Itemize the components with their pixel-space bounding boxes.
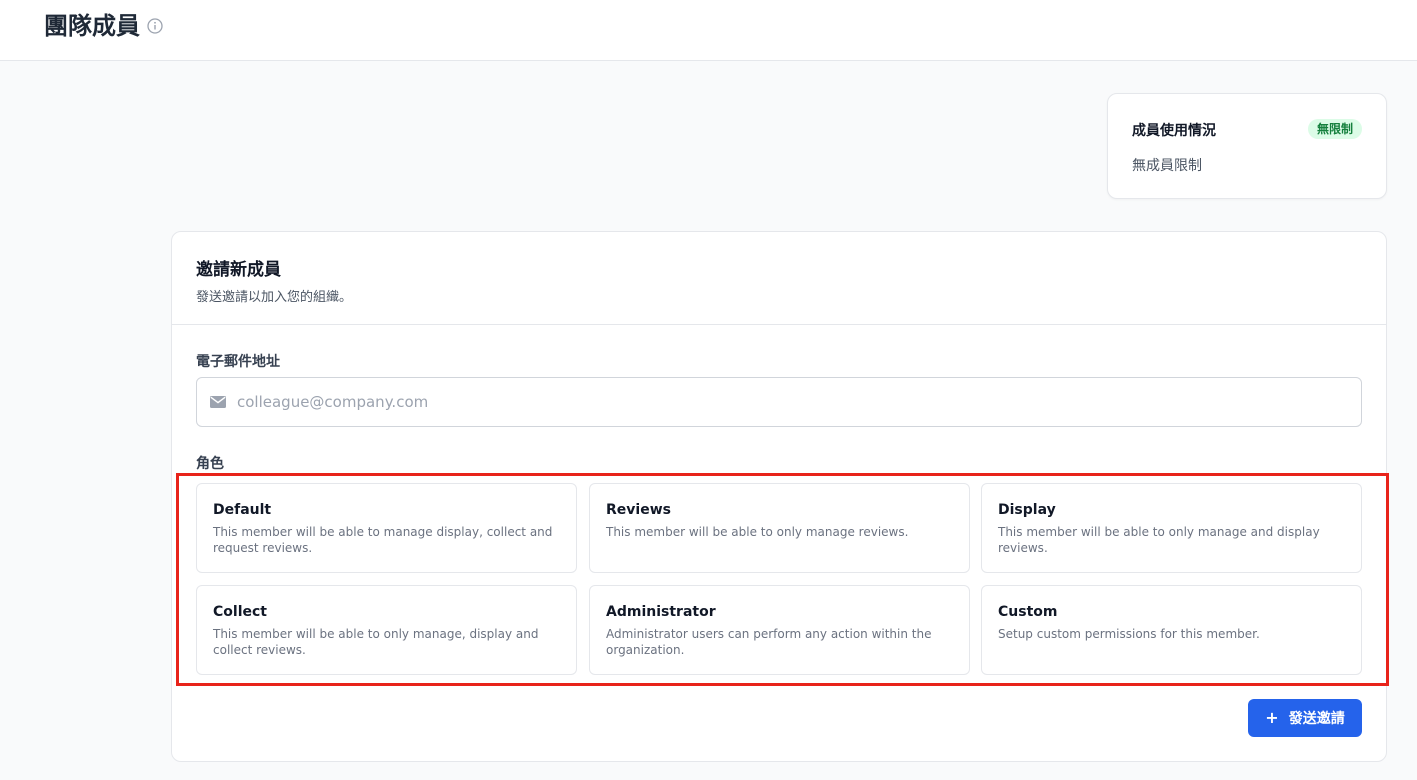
send-invite-button[interactable]: + 發送邀請 — [1248, 699, 1362, 737]
info-circle-icon[interactable] — [147, 18, 163, 34]
role-description: This member will be able to only manage … — [606, 525, 909, 539]
role-option-default[interactable]: Default This member will be able to mana… — [196, 483, 577, 573]
email-label: 電子郵件地址 — [196, 354, 280, 370]
email-field[interactable] — [196, 377, 1362, 427]
role-option-reviews[interactable]: Reviews This member will be able to only… — [589, 483, 970, 573]
plus-icon: + — [1265, 708, 1279, 727]
invite-title: 邀請新成員 — [196, 260, 281, 280]
usage-description: 無成員限制 — [1132, 158, 1202, 174]
role-name: Default — [213, 502, 272, 518]
invite-subtitle: 發送邀請以加入您的組織。 — [196, 290, 353, 305]
top-bar: 團隊成員 — [0, 0, 1417, 61]
usage-title: 成員使用情況 — [1132, 123, 1216, 139]
role-name: Display — [998, 502, 1056, 518]
status-badge: 無限制 — [1307, 119, 1362, 139]
role-name: Collect — [213, 604, 267, 620]
member-usage-card: 成員使用情況 無限制 無成員限制 — [1107, 93, 1387, 199]
role-option-administrator[interactable]: Administrator Administrator users can pe… — [589, 585, 970, 675]
role-description: This member will be able to manage displ… — [213, 525, 553, 555]
role-option-collect[interactable]: Collect This member will be able to only… — [196, 585, 577, 675]
role-label: 角色 — [196, 456, 224, 472]
role-name: Reviews — [606, 502, 671, 518]
role-description: This member will be able to only manage … — [998, 525, 1320, 555]
role-name: Custom — [998, 604, 1058, 620]
email-input[interactable] — [237, 378, 1347, 426]
invite-header: 邀請新成員 發送邀請以加入您的組織。 — [172, 232, 1386, 325]
role-description: Setup custom permissions for this member… — [998, 627, 1260, 641]
role-option-custom[interactable]: Custom Setup custom permissions for this… — [981, 585, 1362, 675]
send-invite-label: 發送邀請 — [1288, 711, 1345, 727]
role-description: Administrator users can perform any acti… — [606, 627, 932, 657]
role-name: Administrator — [606, 604, 716, 620]
role-description: This member will be able to only manage,… — [213, 627, 539, 657]
role-option-display[interactable]: Display This member will be able to only… — [981, 483, 1362, 573]
page-title: 團隊成員 — [44, 12, 140, 40]
invite-member-card: 邀請新成員 發送邀請以加入您的組織。 電子郵件地址 角色 Default Thi… — [171, 231, 1389, 762]
mail-icon — [210, 396, 226, 408]
